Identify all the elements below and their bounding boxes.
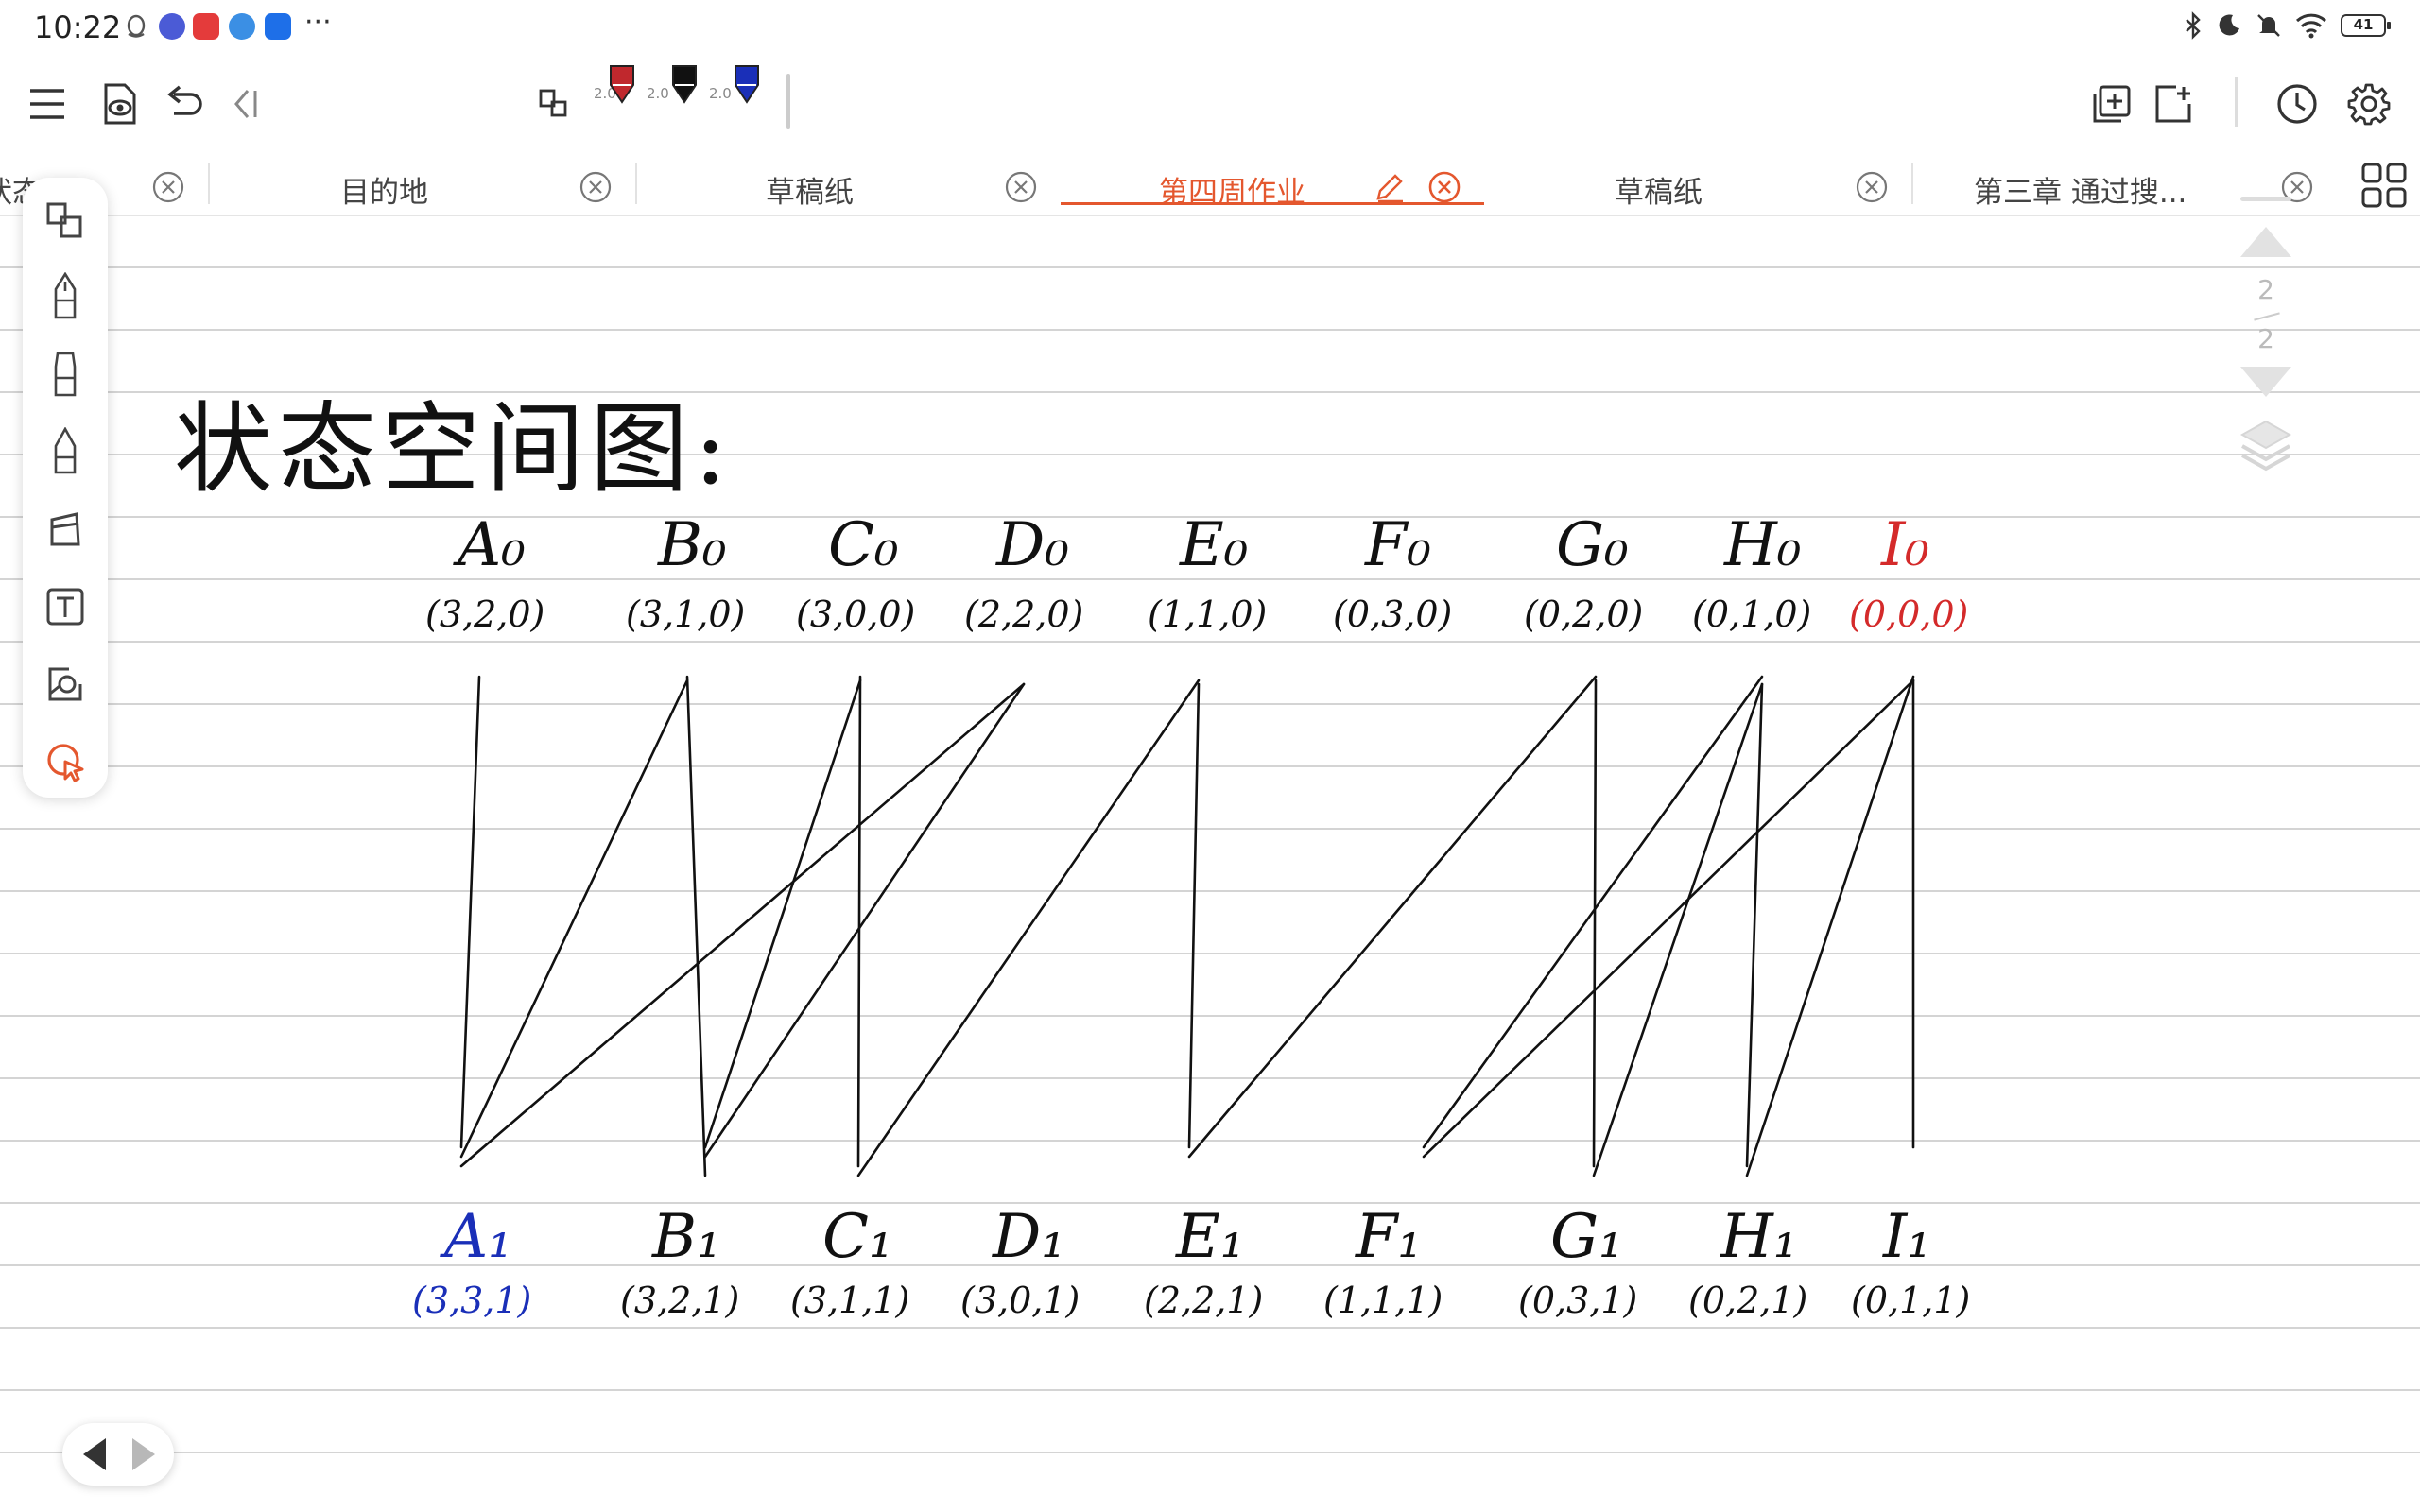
next-page-arrow-icon[interactable] — [127, 1436, 159, 1476]
previous-page-arrow-icon[interactable] — [79, 1436, 112, 1476]
ballpoint-pen-tool-icon[interactable] — [41, 427, 90, 476]
ruled-line — [0, 1140, 2420, 1142]
ruled-line — [0, 516, 2420, 518]
close-tab-icon[interactable] — [1427, 170, 1461, 204]
fountain-pen-tool-icon[interactable] — [41, 272, 90, 321]
pen-blue-size: 2.0 — [709, 85, 732, 102]
toolbar-divider-right — [2235, 77, 2238, 127]
tab-separator — [208, 163, 210, 204]
eraser-tool-icon[interactable] — [41, 505, 90, 554]
insert-image-tool-icon[interactable] — [41, 660, 90, 709]
battery-indicator: 41 — [2341, 14, 2391, 37]
new-note-icon[interactable] — [2144, 76, 2201, 132]
ruled-line — [0, 703, 2420, 705]
lasso-select-tool-icon[interactable] — [41, 197, 90, 246]
page-switch-pill — [62, 1423, 174, 1486]
note-page[interactable] — [0, 215, 2420, 1512]
huawei-app-icon — [193, 13, 219, 40]
pencil-tool-icon[interactable] — [41, 350, 90, 399]
tab-label: 目的地 — [340, 176, 428, 210]
ruled-line — [0, 266, 2420, 268]
menu-icon[interactable] — [19, 76, 76, 132]
ruled-line — [0, 1015, 2420, 1017]
ruled-line — [0, 890, 2420, 892]
tab-destination[interactable]: 目的地 — [212, 157, 631, 210]
pen-black-icon[interactable] — [671, 64, 698, 115]
tab-scratch-1[interactable]: 草稿纸 — [639, 157, 1059, 210]
page-number-divider — [2254, 312, 2280, 321]
close-tab-icon[interactable] — [579, 170, 613, 204]
pen-blue-icon[interactable] — [734, 64, 760, 115]
tool-palette — [23, 178, 108, 798]
settings-gear-icon[interactable] — [2341, 76, 2397, 132]
toolbar-divider — [786, 74, 790, 129]
ruled-line — [0, 391, 2420, 393]
current-page-number: 2 — [2257, 274, 2274, 305]
tab-label: 草稿纸 — [1615, 176, 1703, 210]
add-page-icon[interactable] — [2083, 76, 2140, 132]
close-tab-icon[interactable] — [1855, 170, 1889, 204]
tab-label: 第三章 通过搜... — [1974, 176, 2187, 210]
ruled-line — [0, 1327, 2420, 1329]
ruled-line — [0, 641, 2420, 643]
tab-separator — [635, 163, 637, 204]
tab-separator — [1911, 163, 1913, 204]
close-tab-icon[interactable] — [1004, 170, 1038, 204]
next-page-icon[interactable] — [2238, 365, 2293, 403]
status-bar: 10:22 ··· 41 — [0, 0, 2420, 57]
status-more: ··· — [304, 6, 332, 39]
toolbar: 2.0 2.0 2.0 — [0, 57, 2420, 151]
music-app-icon — [159, 13, 185, 40]
tab-label: 草稿纸 — [766, 176, 854, 210]
ruled-line — [0, 765, 2420, 767]
do-not-disturb-icon — [2216, 12, 2242, 39]
ruled-line — [0, 953, 2420, 954]
active-tab-indicator — [1061, 202, 1484, 205]
edit-title-icon[interactable] — [1373, 170, 1407, 204]
layers-icon[interactable] — [2238, 418, 2293, 478]
lasso-select-icon[interactable] — [526, 76, 582, 132]
collapse-left-icon[interactable] — [216, 76, 272, 132]
tab-scratch-2[interactable]: 草稿纸 — [1490, 157, 1910, 210]
status-time: 10:22 — [34, 9, 122, 45]
ruled-line — [0, 329, 2420, 331]
tab-bar: 状态 目的地 草稿纸 第四周作业 草稿纸 第三章 通过搜... — [0, 151, 2420, 216]
page-navigator: 2 2 — [2233, 176, 2299, 488]
wifi-icon — [2295, 12, 2327, 39]
undo-icon[interactable] — [155, 76, 212, 132]
ruled-line — [0, 828, 2420, 830]
ruled-line — [0, 1202, 2420, 1204]
read-mode-icon[interactable] — [91, 76, 147, 132]
browser-app-icon — [229, 13, 255, 40]
qq-icon — [123, 13, 149, 40]
ruled-line — [0, 578, 2420, 580]
system-icons: 41 — [2184, 11, 2391, 40]
mute-icon — [2256, 12, 2282, 39]
ruled-line — [0, 1389, 2420, 1391]
pen-black-size: 2.0 — [647, 85, 669, 102]
text-tool-icon[interactable] — [41, 582, 90, 631]
close-tab-icon[interactable] — [151, 170, 185, 204]
previous-page-icon[interactable] — [2238, 225, 2293, 263]
total-page-number: 2 — [2257, 323, 2274, 354]
ruled-line — [0, 1264, 2420, 1266]
ruled-line — [0, 1452, 2420, 1453]
pen-red-icon[interactable] — [609, 64, 635, 115]
ruled-line — [0, 454, 2420, 455]
ruled-line — [0, 1077, 2420, 1079]
history-clock-icon[interactable] — [2269, 76, 2325, 132]
drag-handle[interactable] — [2240, 197, 2291, 201]
bluetooth-icon — [2184, 11, 2203, 40]
all-tabs-grid-icon[interactable] — [2360, 161, 2412, 214]
laser-pointer-tool-icon[interactable] — [41, 737, 90, 786]
tips-app-icon — [265, 13, 291, 40]
